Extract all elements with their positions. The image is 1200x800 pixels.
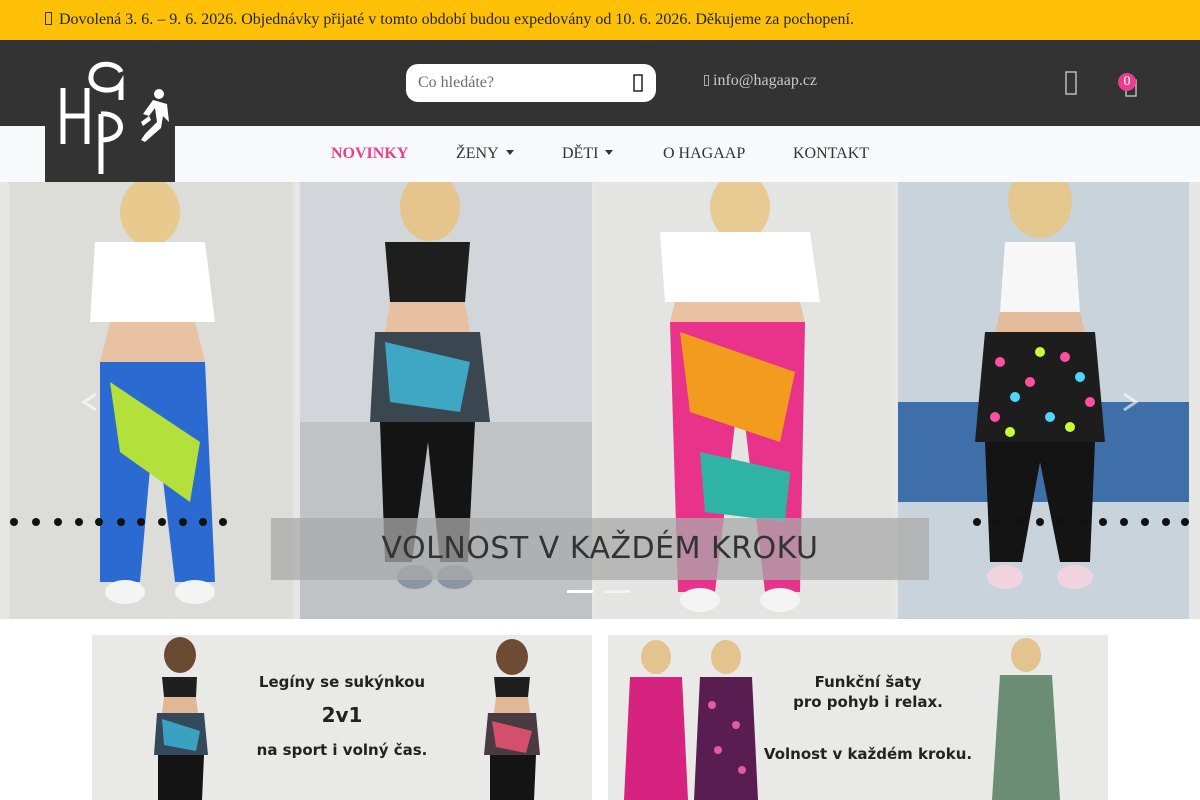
promo-right-line-2: pro pohyb i relax. [793,693,943,711]
nav-item-zeny[interactable]: ŽENY [456,126,514,182]
search-input[interactable] [406,64,606,102]
chevron-right-icon [1123,392,1139,412]
email-text: info@hagaap.cz [713,72,818,89]
promo-banner-leggings-skirt[interactable]: Legíny se sukýnkou 2v1 na sport i volný … [92,635,592,800]
promo-dresses-image [624,638,1060,800]
main-nav: NOVINKY ŽENY DĚTI O HAGAAP KONTAKT [0,126,1200,182]
caret-down-icon [605,150,614,155]
nav-item-o-hagaap[interactable]: O HAGAAP [663,126,745,182]
info-icon [45,12,52,25]
promo-banner-dresses[interactable]: Funkční šaty pro pohyb i relax. Volnost … [608,635,1108,800]
caret-down-icon [505,150,514,155]
mail-icon [704,75,709,86]
promo-left-line-3: na sport i volný čas. [256,741,428,759]
nav-item-novinky[interactable]: NOVINKY [331,126,408,182]
cart-count-badge: 0 [1118,73,1136,91]
email-link[interactable]: info@hagaap.cz [704,72,817,90]
header: info@hagaap.cz 0 [0,40,1200,126]
chevron-left-icon [81,392,97,412]
promo-right-line-1: Funkční šaty [814,673,922,691]
promo-left-line-2: 2v1 [321,703,363,727]
nav-item-deti[interactable]: DĚTI [562,126,614,182]
hero-carousel: VOLNOST V KAŽDÉM KROKU [0,182,1200,619]
hagaap-logo-icon [60,61,169,174]
promo-left-line-1: Legíny se sukýnkou [258,673,426,691]
notice-text: Dovolená 3. 6. – 9. 6. 2026. Objednávky … [59,11,854,28]
carousel-prev-button[interactable] [0,182,180,619]
logo[interactable] [45,40,175,182]
carousel-next-button[interactable] [1020,182,1200,619]
search-box [406,64,656,102]
promo-right-line-3: Volnost v každém kroku. [763,745,973,763]
slide-caption: VOLNOST V KAŽDÉM KROKU [271,518,929,580]
notice-bar: Dovolená 3. 6. – 9. 6. 2026. Objednávky … [0,0,1200,40]
carousel-indicators [567,590,637,596]
carousel-indicator-2[interactable] [604,590,630,593]
carousel-indicator-1[interactable] [567,590,593,593]
user-icon[interactable] [1064,70,1078,96]
nav-item-kontakt[interactable]: KONTAKT [793,126,869,182]
search-icon[interactable] [632,74,644,92]
